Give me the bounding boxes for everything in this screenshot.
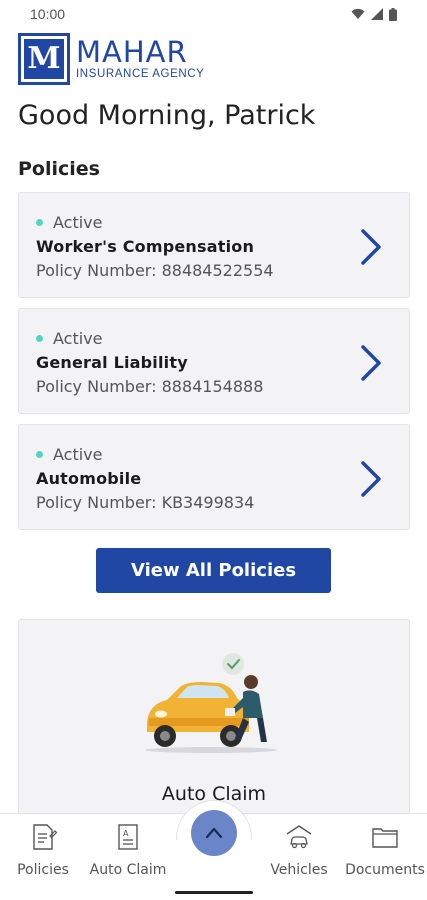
chevron-up-icon [205,827,223,839]
company-logo: M MAHAR INSURANCE AGENCY [18,33,204,85]
status-icons [351,7,397,21]
greeting-heading: Good Morning, Patrick [18,100,316,131]
policy-status-label: Active [53,445,103,464]
logo-text: MAHAR INSURANCE AGENCY [76,37,204,81]
svg-text:A: A [123,829,129,838]
logo-name: MAHAR [76,35,188,69]
nav-item-vehicles[interactable]: Vehicles [254,822,344,878]
policy-number: Policy Number: KB3499834 [36,493,255,512]
chevron-right-icon[interactable] [357,343,385,383]
car-garage-icon [286,825,312,849]
policy-status: Active [36,213,103,232]
policy-card-workers-compensation[interactable]: Active Worker's Compensation Policy Numb… [18,192,410,298]
status-time: 10:00 [30,6,66,22]
policy-status-label: Active [53,329,103,348]
policy-status-label: Active [53,213,103,232]
chevron-right-icon[interactable] [357,459,385,499]
policy-number: Policy Number: 8884154888 [36,377,264,396]
center-action-button[interactable] [191,810,237,856]
logo-subtitle: INSURANCE AGENCY [76,68,205,80]
nav-label: Policies [17,862,69,878]
policy-number: Policy Number: 88484522554 [36,261,274,280]
view-all-policies-button[interactable]: View All Policies [96,548,331,593]
nav-item-policies[interactable]: Policies [0,822,88,878]
policy-card-general-liability[interactable]: Active General Liability Policy Number: … [18,308,410,414]
active-status-dot [36,335,43,342]
policy-name: Worker's Compensation [36,237,255,256]
wifi-icon [351,8,365,19]
nav-item-documents[interactable]: Documents [340,822,427,878]
nav-label: Documents [345,862,425,878]
status-bar: 10:00 [0,0,427,28]
active-status-dot [36,219,43,226]
policy-status: Active [36,329,103,348]
signal-icon [371,8,383,20]
nav-item-auto-claim[interactable]: A Auto Claim [83,822,173,878]
policies-section-title: Policies [18,158,100,180]
folder-icon [372,828,398,848]
policy-card-automobile[interactable]: Active Automobile Policy Number: KB34998… [18,424,410,530]
active-status-dot [36,451,43,458]
policy-name: Automobile [36,469,142,488]
battery-icon [389,7,397,21]
chevron-right-icon[interactable] [357,227,385,267]
logo-mark: M [18,33,70,85]
home-indicator [175,891,253,894]
nav-label: Auto Claim [89,862,167,878]
claim-form-icon: A [118,824,138,850]
bottom-navigation: Policies A Auto Claim Vehicles Documents [0,800,427,900]
nav-label: Vehicles [270,862,328,878]
policy-document-icon [33,824,58,850]
policy-name: General Liability [36,353,188,372]
policy-status: Active [36,445,103,464]
auto-claim-illustration [145,653,277,753]
